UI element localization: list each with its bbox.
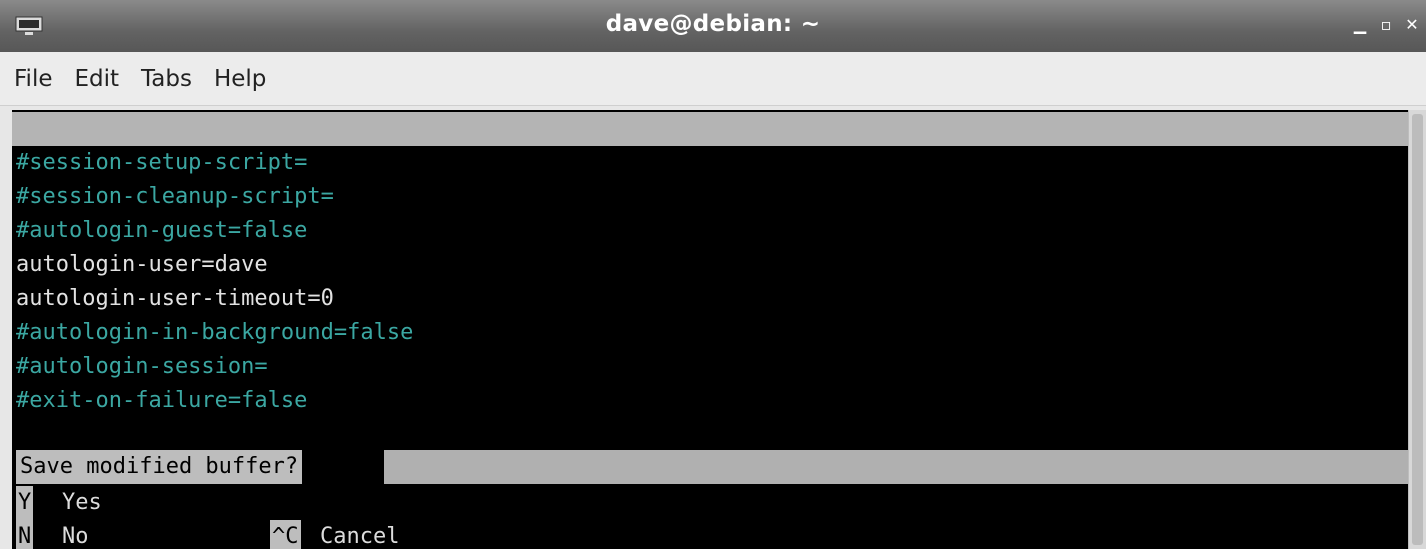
option-no[interactable]: N No ^C Cancel [12, 520, 1408, 549]
label-no: No [62, 524, 89, 549]
minimize-icon[interactable]: ▁ [1352, 16, 1368, 34]
nano-title-bar: GNU nano 5.4 /etc/lightdm/lightdm.conf * [12, 112, 1408, 209]
label-yes: Yes [62, 490, 102, 515]
key-y: Y [16, 486, 34, 520]
scrollbar-thumb[interactable] [1412, 114, 1423, 545]
menu-help[interactable]: Help [214, 66, 266, 92]
save-prompt-question: Save modified buffer? [16, 450, 303, 484]
editor-line[interactable]: autologin-user-timeout=0 [16, 282, 334, 316]
menu-tabs[interactable]: Tabs [141, 66, 192, 92]
terminal-window: dave@debian: ~ ▁ ▫ ✕ File Edit Tabs Help… [0, 0, 1426, 549]
menu-edit[interactable]: Edit [75, 66, 120, 92]
prompt-input-area[interactable] [384, 450, 1408, 484]
editor-line[interactable]: #session-cleanup-script= [16, 180, 334, 214]
editor-line[interactable]: #session-setup-script= [16, 146, 307, 180]
terminal-area[interactable]: GNU nano 5.4 /etc/lightdm/lightdm.conf *… [12, 110, 1408, 549]
editor-line[interactable]: #autologin-session= [16, 350, 268, 384]
key-ctrl-c: ^C [270, 520, 301, 549]
menu-bar: File Edit Tabs Help [0, 52, 1426, 106]
editor-line[interactable]: #autologin-in-background=false [16, 316, 413, 350]
key-n: N [16, 520, 34, 549]
option-yes[interactable]: Y Yes [12, 486, 1408, 520]
menu-file[interactable]: File [14, 66, 53, 92]
editor-line[interactable]: #autologin-guest=false [16, 214, 307, 248]
maximize-icon[interactable]: ▫ [1378, 16, 1394, 34]
title-bar[interactable]: dave@debian: ~ ▁ ▫ ✕ [0, 0, 1426, 52]
window-title: dave@debian: ~ [605, 11, 821, 37]
save-prompt-bar: Save modified buffer? [12, 450, 1408, 484]
close-icon[interactable]: ✕ [1404, 16, 1420, 34]
terminal-scrollbar[interactable] [1408, 110, 1426, 549]
editor-line[interactable]: #exit-on-failure=false [16, 384, 307, 418]
nano-filename: /etc/lightdm/lightdm.conf * [546, 184, 904, 209]
label-cancel: Cancel [320, 524, 400, 549]
editor-line[interactable]: autologin-user=dave [16, 248, 268, 282]
